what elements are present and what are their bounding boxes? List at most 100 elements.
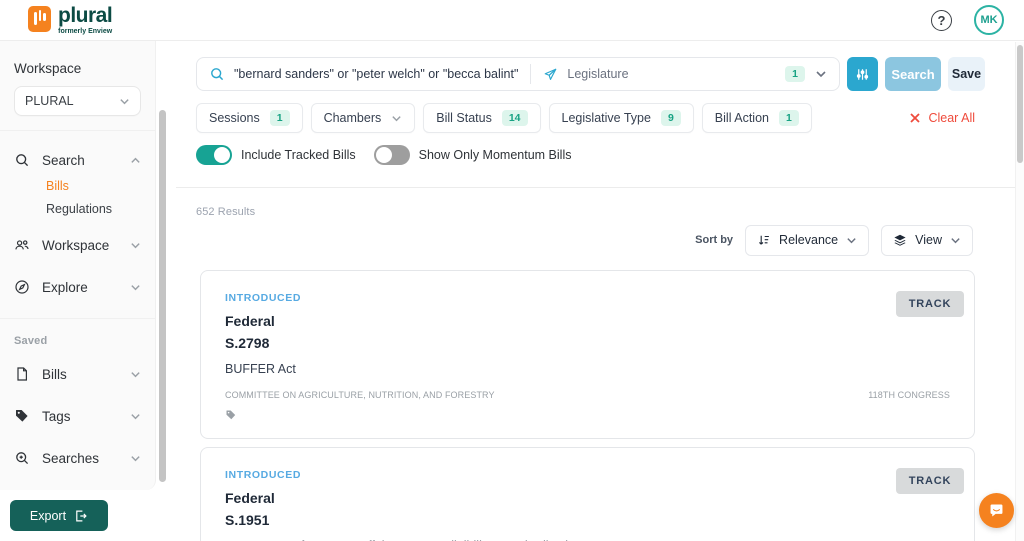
filter-label: Chambers [324, 111, 382, 125]
plural-logo[interactable]: plural formerly Enview [28, 5, 112, 35]
filter-label: Bill Action [715, 111, 769, 125]
chevron-down-icon [130, 240, 141, 251]
filter-label: Bill Status [436, 111, 492, 125]
workspace-selector-value: PLURAL [25, 94, 74, 108]
scope-label: Legislature [567, 67, 628, 81]
people-icon [14, 237, 30, 253]
filter-legislative-type[interactable]: Legislative Type 9 [549, 103, 694, 133]
window-scrollbar[interactable] [1015, 42, 1024, 541]
sort-dropdown[interactable]: Relevance [745, 225, 869, 256]
tag-icon [14, 408, 30, 424]
sidebar-item-search[interactable]: Search [14, 145, 141, 175]
filter-count-badge: 1 [779, 110, 799, 126]
track-button[interactable]: TRACK [896, 291, 964, 317]
plural-logo-icon [28, 6, 51, 32]
sidebar-item-explore[interactable]: Explore [14, 272, 141, 302]
search-icon [209, 66, 225, 82]
chevron-down-icon [130, 411, 141, 422]
sliders-icon [855, 67, 870, 82]
sort-by-label: Sort by [695, 234, 733, 246]
chevron-down-icon [846, 235, 857, 246]
clear-all-label: Clear All [928, 111, 975, 125]
toggle-switch-on[interactable] [196, 145, 232, 165]
app-root: plural formerly Enview ? MK Workspace PL… [0, 0, 1024, 541]
sidebar-item-label: Workspace [42, 238, 109, 253]
main-content: "bernard sanders" or "peter welch" or "b… [176, 41, 1015, 541]
compass-icon [14, 279, 30, 295]
top-header: plural formerly Enview ? MK [0, 0, 1024, 41]
tag-icon[interactable] [225, 409, 237, 421]
export-button-label: Export [30, 509, 66, 523]
export-button[interactable]: Export [10, 500, 108, 531]
sidebar-item-saved-bills[interactable]: Bills [14, 359, 141, 389]
search-input[interactable]: "bernard sanders" or "peter welch" or "b… [197, 58, 530, 90]
sort-icon [757, 233, 771, 247]
toggle-label: Include Tracked Bills [241, 148, 356, 162]
workspace-selector[interactable]: PLURAL [14, 86, 141, 116]
sidebar-item-label: Tags [42, 409, 71, 424]
bill-status: INTRODUCED [225, 292, 950, 304]
filter-bill-status[interactable]: Bill Status 14 [423, 103, 540, 133]
results-count: 652 Results [196, 206, 1015, 218]
logo-wordmark: plural [58, 5, 112, 26]
track-button[interactable]: TRACK [896, 468, 964, 494]
bill-card[interactable]: INTRODUCED Federal S.2798 BUFFER Act COM… [200, 270, 975, 439]
sidebar-item-saved-searches[interactable]: Searches [14, 443, 141, 473]
sidebar-item-regulations[interactable]: Regulations [46, 202, 141, 216]
sort-value: Relevance [779, 233, 838, 247]
chevron-down-icon [950, 235, 961, 246]
layers-icon [893, 233, 907, 247]
search-bar: "bernard sanders" or "peter welch" or "b… [196, 57, 840, 91]
send-icon [543, 67, 558, 82]
bill-number: S.2798 [225, 335, 950, 351]
filter-chambers[interactable]: Chambers [311, 103, 416, 133]
sidebar-item-workspace[interactable]: Workspace [14, 230, 141, 260]
bill-title: BUFFER Act [225, 362, 950, 376]
filter-label: Legislative Type [562, 111, 651, 125]
sidebar-item-label: Explore [42, 280, 88, 295]
bill-card[interactable]: INTRODUCED Federal S.1951 Department of … [200, 447, 975, 541]
save-button[interactable]: Save [948, 57, 985, 91]
toggle-label: Show Only Momentum Bills [419, 148, 572, 162]
clear-all-button[interactable]: Clear All [909, 111, 975, 125]
help-icon[interactable]: ? [931, 10, 952, 31]
chevron-down-icon [130, 369, 141, 380]
avatar[interactable]: MK [974, 5, 1004, 35]
advanced-filters-button[interactable] [847, 57, 878, 91]
sidebar-item-bills[interactable]: Bills [46, 179, 141, 193]
filter-bill-action[interactable]: Bill Action 1 [702, 103, 812, 133]
chevron-down-icon [130, 282, 141, 293]
sidebar-item-label: Searches [42, 451, 99, 466]
search-icon [14, 152, 30, 168]
chevron-down-icon [391, 113, 402, 124]
filter-sessions[interactable]: Sessions 1 [196, 103, 303, 133]
search-plus-icon [14, 450, 30, 466]
view-dropdown[interactable]: View [881, 225, 973, 256]
search-button[interactable]: Search [885, 57, 941, 91]
chevron-down-icon [119, 96, 130, 107]
sidebar-item-label: Search [42, 153, 85, 168]
sidebar-item-saved-tags[interactable]: Tags [14, 401, 141, 431]
scrollbar-thumb[interactable] [1017, 45, 1023, 163]
chat-launcher-button[interactable] [979, 493, 1014, 528]
toggle-switch-off[interactable] [374, 145, 410, 165]
toggle-show-only-momentum-bills[interactable]: Show Only Momentum Bills [374, 145, 572, 165]
chevron-up-icon [130, 155, 141, 166]
saved-section-label: Saved [0, 319, 155, 351]
view-label: View [915, 233, 942, 247]
sidebar-scrollbar[interactable] [159, 110, 166, 482]
document-icon [14, 366, 30, 382]
bill-session: 118TH CONGRESS [868, 390, 950, 400]
bill-number: S.1951 [225, 512, 950, 528]
logo-subtext: formerly Enview [58, 28, 112, 35]
filter-count-badge: 1 [270, 110, 290, 126]
legislature-scope-dropdown[interactable]: Legislature 1 [531, 58, 839, 90]
search-query-text: "bernard sanders" or "peter welch" or "b… [234, 67, 518, 81]
results-divider [176, 187, 1015, 188]
scope-count-badge: 1 [785, 66, 805, 82]
export-icon [74, 509, 88, 523]
toggle-include-tracked-bills[interactable]: Include Tracked Bills [196, 145, 356, 165]
filter-count-badge: 9 [661, 110, 681, 126]
chevron-down-icon [815, 68, 827, 80]
filter-count-badge: 14 [502, 110, 528, 126]
